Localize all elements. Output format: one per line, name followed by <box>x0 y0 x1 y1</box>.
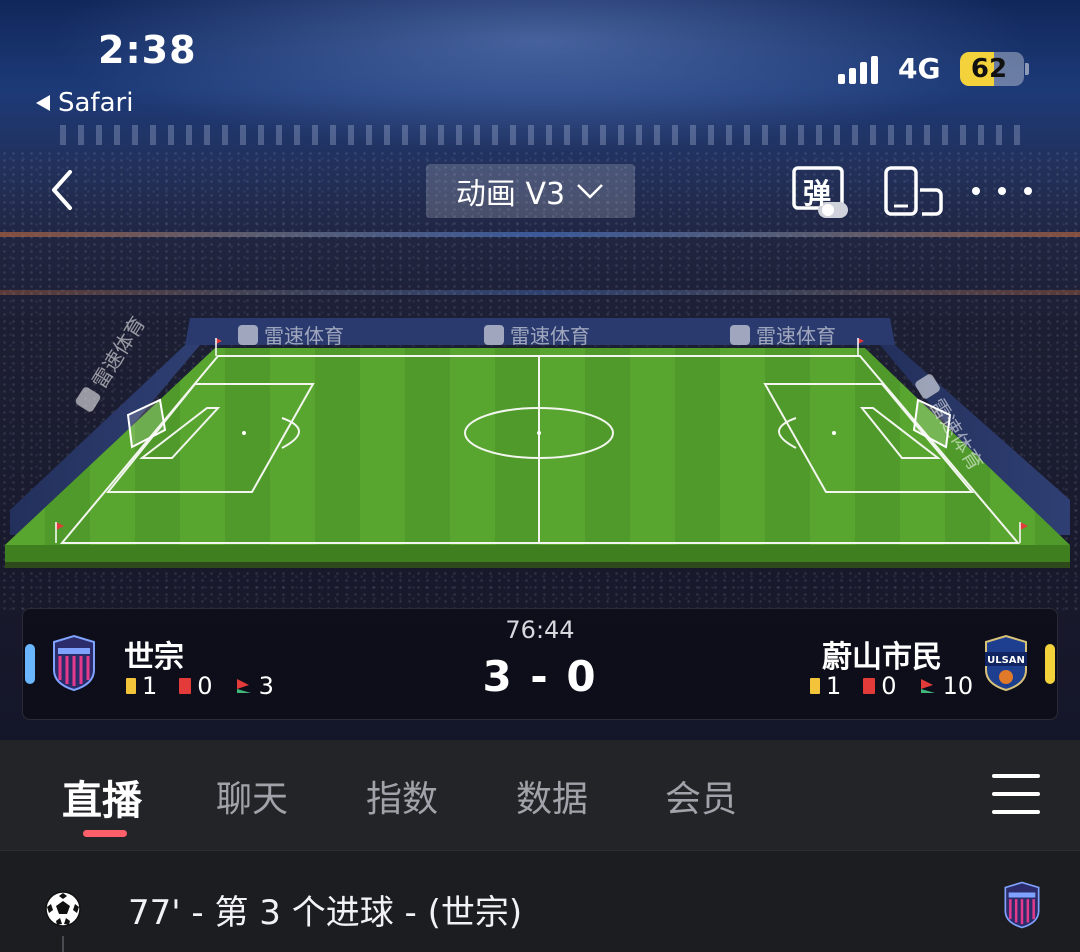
tab-odds[interactable]: 指数 <box>366 770 438 822</box>
soccer-ball-icon <box>45 891 81 927</box>
danmu-icon-text: 弹 <box>803 177 832 210</box>
tab-member[interactable]: 会员 <box>665 770 737 822</box>
battery-icon: 62 <box>960 52 1024 86</box>
chevron-down-icon <box>577 184 603 199</box>
ad-brand-left: 雷速体育 <box>238 320 344 349</box>
tab-chat[interactable]: 聊天 <box>216 770 288 822</box>
animation-mode-label: 动画 V3 <box>455 177 566 212</box>
back-to-safari[interactable]: Safari <box>36 88 133 118</box>
ad-brand-right: 雷速体育 <box>730 320 836 349</box>
red-card-icon <box>863 678 876 694</box>
menu-icon[interactable] <box>992 774 1040 814</box>
away-team-name: 蔚山市民 <box>822 640 942 675</box>
corner-flag-icon <box>920 679 935 693</box>
home-color-bar <box>25 644 35 684</box>
home-yellow-cards: 1 <box>142 672 158 700</box>
screen-rotate-icon[interactable] <box>880 164 943 220</box>
home-team-stats: 1 0 3 <box>126 672 274 700</box>
home-red-cards: 0 <box>197 672 213 700</box>
match-score: 3 - 0 <box>482 652 598 701</box>
tab-data[interactable]: 数据 <box>516 770 588 822</box>
away-team-crest[interactable]: ULSAN <box>982 634 1030 692</box>
back-chevron-icon[interactable] <box>44 168 84 212</box>
battery-nub <box>1025 63 1029 75</box>
back-triangle-icon <box>36 95 50 111</box>
danmu-toggle-icon[interactable]: 弹 <box>790 164 852 220</box>
away-crest-text: ULSAN <box>987 655 1025 666</box>
corner-flag-icon <box>236 679 251 693</box>
pitch-edge <box>5 545 1070 562</box>
tab-live[interactable]: 直播 <box>62 768 142 826</box>
away-color-bar <box>1045 644 1055 684</box>
match-clock: 76:44 <box>505 616 575 644</box>
home-team-name: 世宗 <box>124 640 184 675</box>
home-corners: 3 <box>258 672 274 700</box>
stadium-roof-lights <box>60 125 1020 145</box>
home-team-crest[interactable] <box>50 634 98 692</box>
animation-mode-select[interactable]: 动画 V3 <box>426 164 635 218</box>
network-type: 4G <box>898 52 941 85</box>
event-team-crest <box>1004 881 1040 929</box>
timeline-connector <box>62 936 64 952</box>
away-team-stats: 1 0 10 <box>810 672 973 700</box>
active-tab-indicator <box>83 830 127 837</box>
signal-strength-icon <box>838 54 878 84</box>
battery-percent: 62 <box>970 54 1008 84</box>
red-card-icon <box>179 678 192 694</box>
event-text[interactable]: 77' - 第 3 个进球 - (世宗) <box>128 885 522 934</box>
back-app-label: Safari <box>58 88 134 118</box>
ad-brand-center: 雷速体育 <box>484 320 590 349</box>
stand-band <box>0 232 1080 237</box>
more-icon[interactable] <box>972 176 1032 206</box>
yellow-card-icon <box>810 678 820 694</box>
status-time: 2:38 <box>98 28 197 72</box>
yellow-card-icon <box>126 678 136 694</box>
stand-band <box>0 290 1080 295</box>
away-red-cards: 0 <box>881 672 897 700</box>
away-corners: 10 <box>942 672 974 700</box>
away-yellow-cards: 1 <box>826 672 842 700</box>
